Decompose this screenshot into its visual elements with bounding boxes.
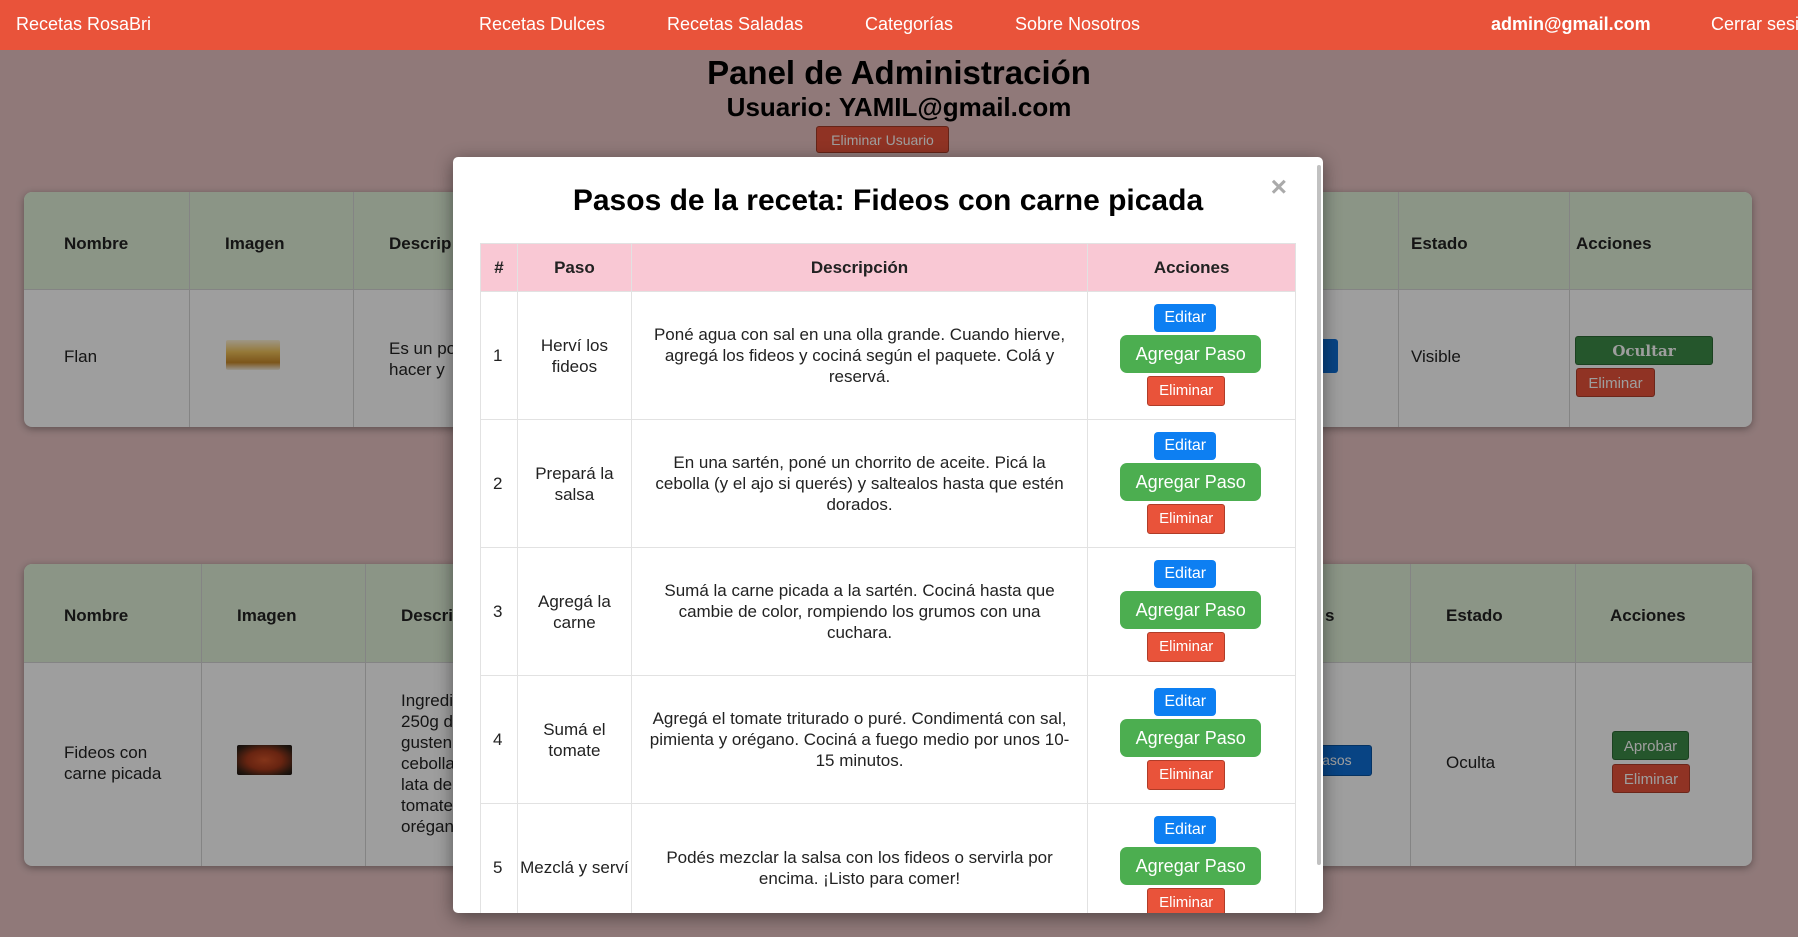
step-description: Agregá el tomate triturado o puré. Condi…: [630, 675, 1089, 804]
table-row: 4 Sumá el tomate Agregá el tomate tritur…: [480, 675, 1296, 804]
add-step-button[interactable]: Agregar Paso: [1120, 591, 1262, 629]
step-description: Podés mezclar la salsa con los fideos o …: [630, 803, 1089, 913]
edit-step-button[interactable]: Editar: [1154, 816, 1217, 844]
user-email: admin@gmail.com: [1491, 14, 1651, 34]
step-number: 1: [480, 291, 518, 420]
col-descripcion: Descripción: [630, 243, 1089, 292]
step-number: 2: [480, 419, 518, 548]
logout-link[interactable]: Cerrar sesi: [1711, 14, 1798, 35]
step-name: Mezclá y serví: [516, 803, 632, 913]
delete-step-button[interactable]: Eliminar: [1147, 376, 1226, 406]
step-name: Prepará la salsa: [516, 419, 632, 548]
step-name: Herví los fideos: [516, 291, 632, 420]
delete-step-button[interactable]: Eliminar: [1147, 888, 1226, 913]
steps-modal: × Pasos de la receta: Fideos con carne p…: [453, 157, 1323, 913]
step-name: Agregá la carne: [516, 547, 632, 676]
add-step-button[interactable]: Agregar Paso: [1120, 463, 1262, 501]
add-step-button[interactable]: Agregar Paso: [1120, 335, 1262, 373]
step-number: 3: [480, 547, 518, 676]
table-row: 1 Herví los fideos Poné agua con sal en …: [480, 291, 1296, 420]
steps-table: # Paso Descripción Acciones 1 Herví los …: [480, 243, 1296, 913]
delete-step-button[interactable]: Eliminar: [1147, 760, 1226, 790]
step-description: Poné agua con sal en una olla grande. Cu…: [630, 291, 1089, 420]
col-num: #: [480, 243, 518, 292]
delete-step-button[interactable]: Eliminar: [1147, 632, 1226, 662]
nav-link-recetas-saladas[interactable]: Recetas Saladas: [667, 14, 803, 35]
nav-link-recetas-dulces[interactable]: Recetas Dulces: [479, 14, 605, 35]
add-step-button[interactable]: Agregar Paso: [1120, 719, 1262, 757]
modal-scrollbar[interactable]: [1317, 165, 1321, 865]
step-number: 5: [480, 803, 518, 913]
edit-step-button[interactable]: Editar: [1154, 560, 1217, 588]
col-paso: Paso: [516, 243, 632, 292]
edit-step-button[interactable]: Editar: [1154, 304, 1217, 332]
table-row: 5 Mezclá y serví Podés mezclar la salsa …: [480, 803, 1296, 913]
delete-step-button[interactable]: Eliminar: [1147, 504, 1226, 534]
nav-link-sobre-nosotros[interactable]: Sobre Nosotros: [1015, 14, 1140, 35]
table-row: 3 Agregá la carne Sumá la carne picada a…: [480, 547, 1296, 676]
edit-step-button[interactable]: Editar: [1154, 432, 1217, 460]
navbar: Recetas RosaBri Recetas Dulces Recetas S…: [0, 0, 1798, 50]
nav-link-categorias[interactable]: Categorías: [865, 14, 953, 35]
col-acciones: Acciones: [1087, 243, 1296, 292]
add-step-button[interactable]: Agregar Paso: [1120, 847, 1262, 885]
table-row: 2 Prepará la salsa En una sartén, poné u…: [480, 419, 1296, 548]
step-description: Sumá la carne picada a la sartén. Cociná…: [630, 547, 1089, 676]
brand-link[interactable]: Recetas RosaBri: [16, 14, 151, 35]
step-name: Sumá el tomate: [516, 675, 632, 804]
step-description: En una sartén, poné un chorrito de aceit…: [630, 419, 1089, 548]
edit-step-button[interactable]: Editar: [1154, 688, 1217, 716]
step-number: 4: [480, 675, 518, 804]
modal-title: Pasos de la receta: Fideos con carne pic…: [572, 184, 1204, 217]
